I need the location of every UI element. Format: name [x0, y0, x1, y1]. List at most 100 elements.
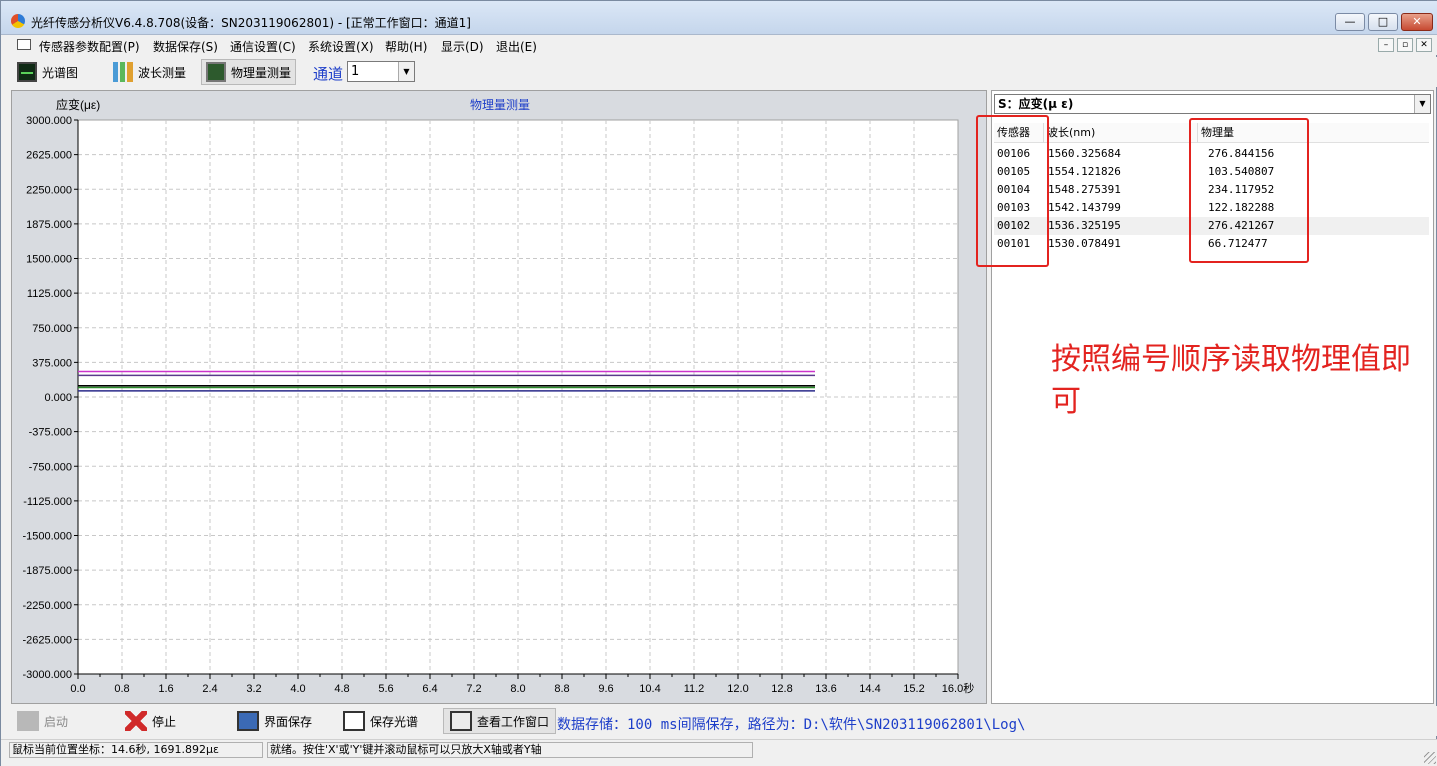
spectrum-label: 光谱图 — [42, 65, 79, 80]
status-hint: 就绪。按住'X'或'Y'键并滚动鼠标可以只放大X轴或者Y轴 — [267, 742, 753, 758]
y-tick-label: 1875.000 — [26, 219, 72, 231]
channel-select[interactable]: 1 ▼ — [347, 61, 415, 82]
screen-save-label: 界面保存 — [264, 714, 313, 729]
cell-wavelength: 1560.325684 — [1048, 147, 1121, 160]
title-bar: 光纤传感分析仪V6.4.8.708(设备：SN203119062801) - [… — [1, 1, 1437, 35]
menu-data-save[interactable]: 数据保存(S) — [153, 38, 218, 55]
start-icon — [17, 711, 39, 731]
y-axis-label: 应变(με) — [56, 97, 100, 112]
y-tick-label: -2250.000 — [22, 600, 72, 612]
spectrum-button[interactable]: 光谱图 — [13, 59, 82, 85]
y-tick-label: 750.000 — [32, 323, 72, 335]
cell-wavelength: 1536.325195 — [1048, 219, 1121, 232]
physical-measure-button[interactable]: 物理量测量 — [201, 59, 297, 85]
bar-chart-icon — [113, 62, 133, 82]
close-button[interactable]: ✕ — [1401, 13, 1433, 31]
menu-help[interactable]: 帮助(H) — [385, 38, 427, 55]
y-tick-label: -750.000 — [29, 461, 72, 473]
chevron-down-icon[interactable]: ▼ — [398, 62, 414, 81]
cell-wavelength: 1542.143799 — [1048, 201, 1121, 214]
menu-display[interactable]: 显示(D) — [441, 38, 484, 55]
annotation-text: 按照编号顺序读取物理值即可 — [1051, 342, 1411, 419]
x-tick-label: 0.8 — [114, 683, 129, 695]
y-tick-label: 1500.000 — [26, 254, 72, 266]
y-tick-label: -3000.000 — [22, 669, 72, 681]
resize-grip-icon[interactable] — [1424, 752, 1436, 764]
y-tick-label: -375.000 — [29, 427, 72, 439]
stop-label: 停止 — [152, 714, 177, 729]
mdi-minimize-button[interactable]: – — [1378, 38, 1394, 52]
y-tick-label: 2250.000 — [26, 184, 72, 196]
save-spectrum-button[interactable]: 保存光谱 — [337, 708, 424, 734]
mdi-restore-button[interactable]: ▫ — [1397, 38, 1413, 52]
parameter-value: S：应变(μ ε) — [998, 97, 1074, 111]
menu-comm-settings[interactable]: 通信设置(C) — [230, 38, 296, 55]
y-tick-label: -1500.000 — [22, 531, 72, 543]
stop-button[interactable]: 停止 — [119, 708, 182, 734]
y-tick-label: -1875.000 — [22, 565, 72, 577]
parameter-select[interactable]: S：应变(μ ε) ▼ — [994, 94, 1431, 114]
chevron-down-icon[interactable]: ▼ — [1414, 95, 1430, 113]
x-tick-label: 1.6 — [158, 683, 173, 695]
cell-wavelength: 1530.078491 — [1048, 237, 1121, 250]
y-tick-label: 2625.000 — [26, 150, 72, 162]
cell-wavelength: 1554.121826 — [1048, 165, 1121, 178]
y-tick-label: -1125.000 — [23, 496, 72, 508]
app-window: 光纤传感分析仪V6.4.8.708(设备：SN203119062801) - [… — [0, 0, 1437, 766]
x-tick-label: 15.2 — [903, 683, 924, 695]
view-window-label: 查看工作窗口 — [477, 714, 550, 729]
physical-measure-label: 物理量测量 — [231, 65, 292, 80]
x-tick-label: 11.2 — [684, 683, 705, 695]
wavelength-label: 波长测量 — [138, 65, 187, 80]
physical-highlight-box — [1189, 118, 1309, 263]
status-bar: 鼠标当前位置坐标：14.6秒, 1691.892με 就绪。按住'X'或'Y'键… — [1, 739, 1437, 766]
window-title: 光纤传感分析仪V6.4.8.708(设备：SN203119062801) - [… — [31, 16, 471, 30]
view-window-icon — [450, 711, 472, 731]
cursor-position: 鼠标当前位置坐标：14.6秒, 1691.892με — [9, 742, 263, 758]
x-tick-label: 12.0 — [727, 683, 748, 695]
screen-save-button[interactable]: 界面保存 — [231, 708, 318, 734]
toolbar: 光谱图 波长测量 物理量测量 — [1, 57, 1437, 87]
spectrum-icon — [17, 62, 37, 82]
x-tick-label: 10.4 — [639, 683, 660, 695]
menu-sensor-config[interactable]: 传感器参数配置(P) — [39, 38, 140, 55]
save-spectrum-icon — [343, 711, 365, 731]
app-logo-icon — [11, 14, 25, 28]
sensor-highlight-box — [976, 115, 1049, 267]
x-tick-label: 5.6 — [378, 683, 393, 695]
menu-exit[interactable]: 退出(E) — [496, 38, 537, 55]
x-tick-label: 2.4 — [202, 683, 217, 695]
x-tick-label: 8.8 — [554, 683, 569, 695]
x-tick-label: 16.0秒 — [942, 681, 974, 695]
x-tick-label: 9.6 — [598, 683, 613, 695]
y-tick-label: 3000.000 — [26, 115, 72, 127]
start-button[interactable]: 启动 — [11, 708, 74, 734]
menu-system-settings[interactable]: 系统设置(X) — [308, 38, 374, 55]
view-window-button[interactable]: 查看工作窗口 — [443, 708, 557, 734]
cell-wavelength: 1548.275391 — [1048, 183, 1121, 196]
x-tick-label: 7.2 — [466, 683, 481, 695]
y-tick-label: 375.000 — [32, 357, 72, 369]
x-tick-label: 13.6 — [815, 683, 836, 695]
x-tick-label: 4.8 — [334, 683, 349, 695]
chart-panel[interactable]: 0.0 0.8 1.6 2.4 3.2 4.0 4.8 5.6 6.4 7.2 8.0 8.8 9.6 1… — [11, 90, 987, 704]
chart-title: 物理量测量 — [470, 98, 530, 112]
y-tick-label: -2625.000 — [22, 634, 72, 646]
x-tick-label: 14.4 — [859, 683, 880, 695]
y-tick-label: 1125.000 — [27, 288, 72, 300]
physical-chart[interactable]: 0.0 0.8 1.6 2.4 3.2 4.0 4.8 5.6 6.4 7.2 8.0 8.8 9.6 1… — [12, 91, 988, 705]
menu-bar: 传感器参数配置(P) 数据保存(S) 通信设置(C) 系统设置(X) 帮助(H)… — [1, 35, 1437, 55]
wavelength-button[interactable]: 波长测量 — [109, 59, 190, 85]
mdi-close-button[interactable]: ✕ — [1416, 38, 1432, 52]
document-icon — [17, 39, 31, 50]
minimize-button[interactable]: — — [1335, 13, 1365, 31]
x-tick-label: 6.4 — [422, 683, 437, 695]
x-tick-label: 0.0 — [70, 683, 85, 695]
channel-value: 1 — [351, 64, 360, 79]
column-wavelength[interactable]: 波长(nm) — [1044, 123, 1198, 143]
x-tick-label: 3.2 — [246, 683, 261, 695]
maximize-button[interactable]: □ — [1368, 13, 1398, 31]
x-tick-label: 12.8 — [771, 683, 792, 695]
screen-save-icon — [237, 711, 259, 731]
storage-note: 数据存储：100 ms间隔保存，路径为：D:\软件\SN203119062801… — [557, 717, 1026, 733]
